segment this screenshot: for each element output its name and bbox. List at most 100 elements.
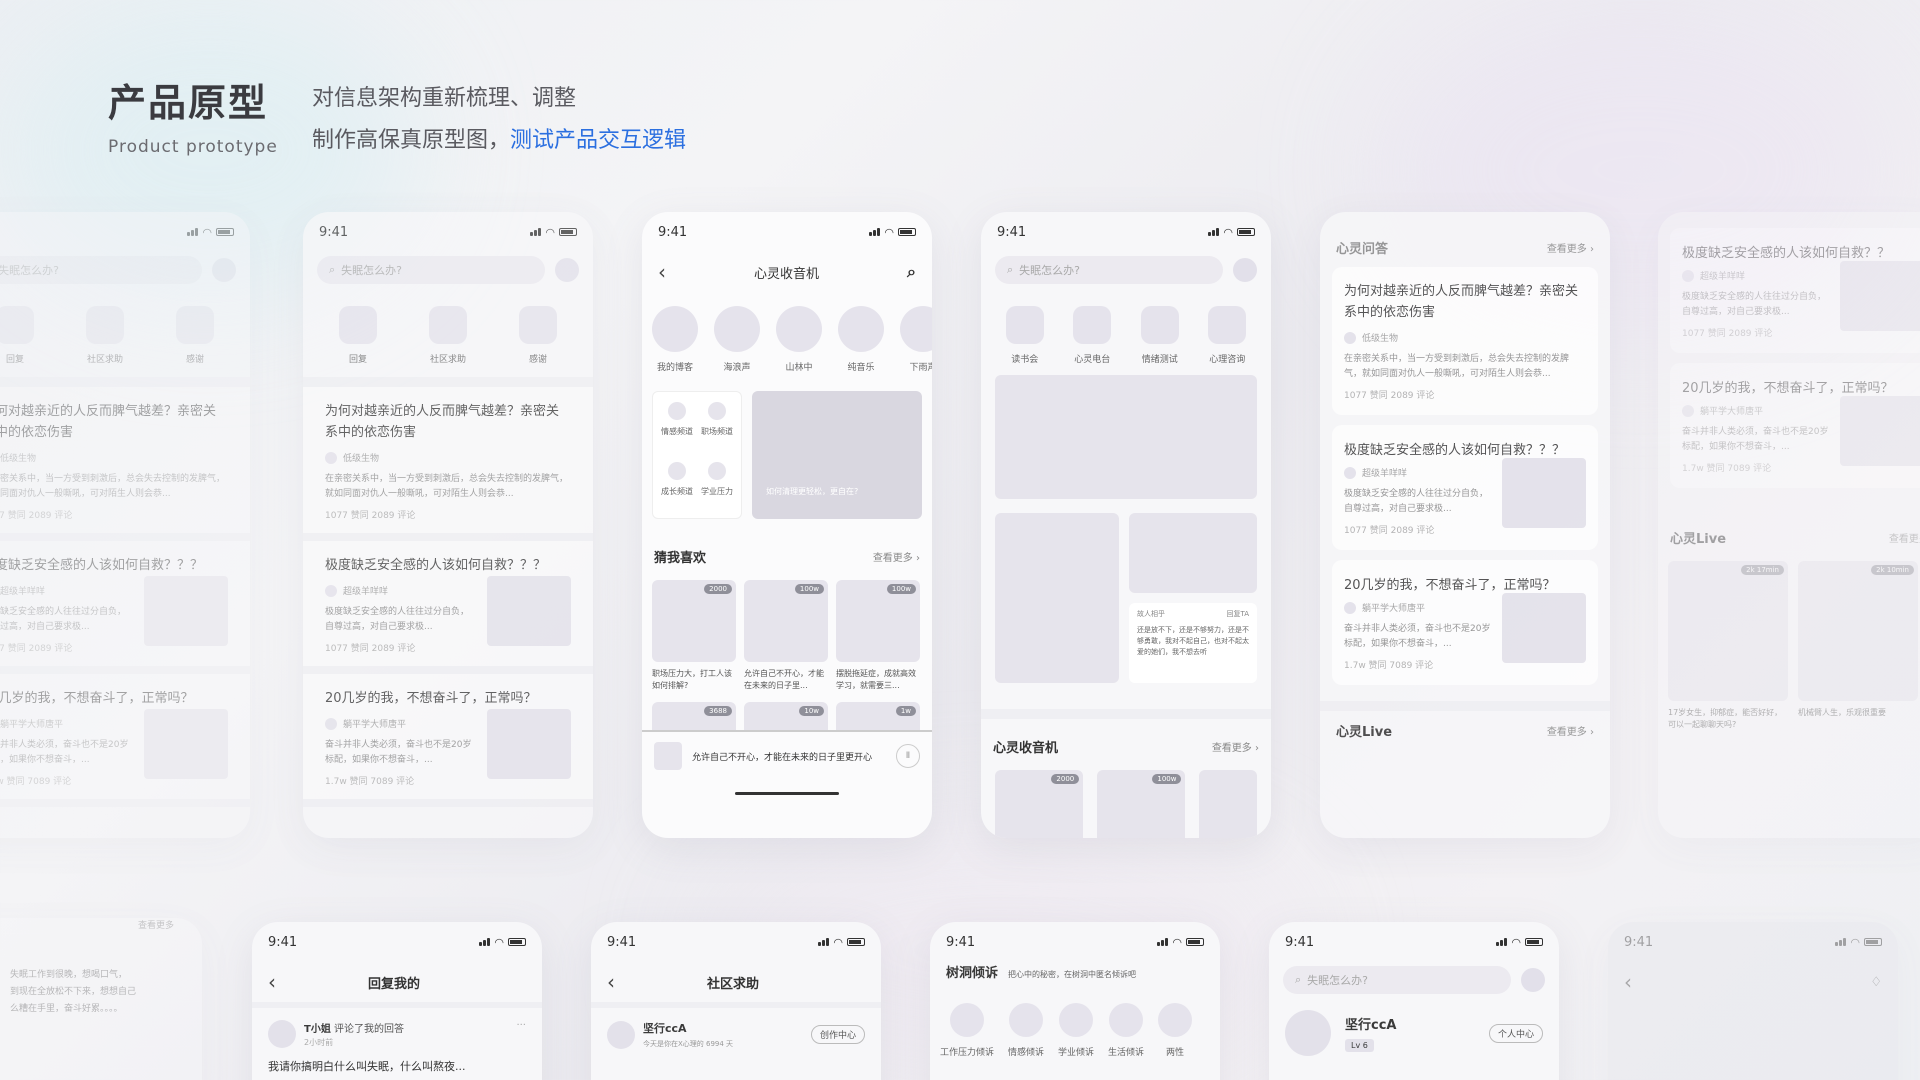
shortcut-community[interactable]: 社区求助 — [429, 306, 467, 365]
avatar[interactable] — [1285, 1010, 1331, 1056]
phone-mockup-qa: 心灵问答 查看更多 › 为何对越亲近的人反而脾气越差？亲密关系中的依恋伤害 低级生物… — [1320, 212, 1610, 838]
list-item[interactable]: 极度缺乏安全感的人该如何自救？？ 超级羊咩咩 极度缺乏安全感的人往往过分自负，自尊过… — [1670, 228, 1920, 353]
audio-card[interactable]: 100w — [1097, 770, 1186, 838]
channel-forest[interactable]: 山林中 — [776, 306, 822, 373]
more-link[interactable]: 查看更多 › — [1547, 240, 1594, 255]
channel-music[interactable]: 纯音乐 — [838, 306, 884, 373]
feature-card[interactable] — [995, 513, 1119, 683]
signal-icon — [869, 228, 881, 236]
pause-icon[interactable]: Ⅱ — [896, 744, 920, 768]
banner[interactable]: 如何清理更轻松，更自在? — [752, 391, 922, 519]
nav-bar: ‹ ♢ — [1608, 962, 1898, 1002]
list-item[interactable]: 极度缺乏安全感的人该如何自救？？？超级羊咩咩极度缺乏安全感的人往往过分自负，自尊… — [0, 541, 250, 674]
profile-center-button[interactable]: 个人中心 — [1488, 1023, 1543, 1043]
carousel-banner[interactable] — [995, 375, 1257, 499]
search-input[interactable]: ⌕失眠怎么办? — [317, 256, 545, 284]
category-relationship[interactable]: 两性 — [1158, 1003, 1193, 1058]
notification-item[interactable]: T小姐 评论了我的回答 ··· 2小时前 — [252, 1008, 542, 1048]
reply-card[interactable]: 故人相乎 回复TA 还是放不下，还是不够努力，还是不够勇敢，我对不起自己，也对不起… — [1129, 603, 1257, 683]
mini-player[interactable]: 允许自己不开心，才能在未来的日子里更开心 Ⅱ — [642, 730, 932, 780]
search-input[interactable]: ⌕失眠怎么办? — [995, 256, 1223, 284]
list-item[interactable]: 为何对越亲近的人反而脾气越差？亲密关系中的依恋伤害低级生物在亲密关系中，当一方受… — [303, 387, 593, 541]
shortcut-community[interactable]: 社区求助 — [86, 306, 124, 365]
more-link[interactable]: 查看更多 › — [873, 549, 920, 564]
shortcut-reply[interactable]: 回复 — [0, 306, 34, 365]
avatar[interactable] — [1233, 258, 1257, 282]
list-item[interactable]: 20几岁的我，不想奋斗了，正常吗？躺平学大师唐平奋斗并非人类必须，奋斗也不是20… — [1332, 560, 1598, 685]
back-icon[interactable]: ‹ — [658, 260, 666, 284]
channel-work[interactable]: 职场频道 — [697, 402, 737, 448]
channel-emotion[interactable]: 情感频道 — [657, 402, 697, 448]
channel-waves[interactable]: 海浪声 — [714, 306, 760, 373]
channel-my-blog[interactable]: 我的博客 — [652, 306, 698, 373]
shortcut-thanks[interactable]: 感谢 — [519, 306, 557, 365]
avatar[interactable] — [212, 258, 236, 282]
list-item[interactable]: 极度缺乏安全感的人该如何自救？？？超级羊咩咩极度缺乏安全感的人往往过分自负，自尊… — [1332, 425, 1598, 550]
audio-card[interactable] — [1199, 770, 1258, 838]
bell-icon[interactable]: ♢ — [1870, 975, 1882, 990]
shortcut-book-club[interactable]: 读书会 — [1005, 306, 1044, 365]
category-life[interactable]: 生活倾诉 — [1108, 1003, 1144, 1058]
audio-card[interactable]: 1w — [836, 702, 920, 730]
list-item[interactable]: 为何对越亲近的人反而脾气越差？亲密关系中的依恋伤害低级生物在亲密关系中，当一方受… — [1332, 267, 1598, 415]
more-link[interactable]: 查看更多 › — [1212, 739, 1259, 754]
nav-bar: ‹ 回复我的 — [252, 962, 542, 1002]
creator-center-button[interactable]: 创作中心 — [810, 1025, 865, 1044]
list-item[interactable]: 20几岁的我，不想奋斗了，正常吗？躺平学大师唐平奋斗并非人类必须，奋斗也不是20… — [0, 674, 250, 807]
live-card[interactable]: 2k 17min 17岁女生，抑郁症，能否好好，可以一起聊聊天吗? — [1668, 561, 1788, 731]
signal-icon — [530, 228, 542, 236]
feature-card[interactable] — [1129, 513, 1257, 593]
channel-study[interactable]: 学业压力 — [697, 462, 737, 508]
signal-icon — [187, 228, 199, 236]
wifi-icon: ◠ — [545, 225, 555, 239]
shortcut-reply[interactable]: 回复 — [339, 306, 377, 365]
battery-icon — [508, 938, 526, 946]
wifi-icon: ◠ — [884, 225, 894, 239]
list-item[interactable]: 20几岁的我，不想奋斗了，正常吗？躺平学大师唐平奋斗并非人类必须，奋斗也不是20… — [1670, 363, 1920, 488]
shortcut-mood-test[interactable]: 情绪测试 — [1140, 306, 1179, 365]
back-icon[interactable]: ‹ — [268, 970, 276, 994]
channel-growth[interactable]: 成长频道 — [657, 462, 697, 508]
avatar[interactable] — [1521, 968, 1545, 992]
battery-icon — [1864, 938, 1882, 946]
nav-bar: ‹ 心灵收音机 ⌕ — [642, 252, 932, 292]
shortcut-radio[interactable]: 心灵电台 — [1073, 306, 1112, 365]
category-study[interactable]: 学业倾诉 — [1058, 1003, 1094, 1058]
battery-icon — [216, 228, 234, 236]
avatar[interactable] — [607, 1020, 635, 1049]
back-icon[interactable]: ‹ — [1624, 970, 1632, 994]
live-card[interactable]: 2k 10min 机械臂人生，乐观很重要 — [1798, 561, 1918, 731]
phone-mockup-live: 极度缺乏安全感的人该如何自救？？ 超级羊咩咩 极度缺乏安全感的人往往过分自负，自尊过… — [1658, 212, 1920, 838]
search-input[interactable]: ⌕失眠怎么办? — [0, 256, 202, 284]
reply-button[interactable]: 回复TA — [1226, 609, 1249, 619]
back-icon[interactable]: ‹ — [607, 970, 615, 994]
audio-card[interactable]: 10w — [744, 702, 828, 730]
avatar[interactable] — [555, 258, 579, 282]
audio-card[interactable]: 2000 — [995, 770, 1084, 838]
section-title: 心灵收音机 — [993, 741, 1059, 756]
search-input[interactable]: ⌕失眠怎么办? — [1283, 966, 1511, 994]
battery-icon — [1525, 938, 1543, 946]
channel-rain[interactable]: 下雨声 — [900, 306, 932, 373]
more-link[interactable]: 查看更多 › — [1889, 530, 1920, 545]
audio-card[interactable]: 3688 — [652, 702, 736, 730]
status-bar: 9:41 ◠ — [981, 212, 1271, 252]
category-work[interactable]: 工作压力倾诉 — [940, 1003, 994, 1058]
list-item[interactable]: 极度缺乏安全感的人该如何自救？？？超级羊咩咩极度缺乏安全感的人往往过分自负，自尊… — [303, 541, 593, 674]
audio-card[interactable]: 100w 摆脱拖延症，成就高效学习，就需要三... — [836, 580, 920, 692]
shortcut-consult[interactable]: 心理咨询 — [1208, 306, 1247, 365]
page-title: 产品原型 — [108, 81, 269, 125]
audio-card[interactable]: 100w 允许自己不开心，才能在未来的日子里... — [744, 580, 828, 692]
more-link[interactable]: 查看更多 › — [1547, 723, 1594, 738]
audio-card[interactable]: 2000 职场压力大，打工人该如何排解? — [652, 580, 736, 692]
signal-icon — [1208, 228, 1220, 236]
desc-line-2: 制作高保真原型图，测试产品交互逻辑 — [312, 120, 686, 162]
search-icon[interactable]: ⌕ — [907, 262, 916, 282]
category-emotion[interactable]: 情感倾诉 — [1008, 1003, 1044, 1058]
list-item[interactable]: 为何对越亲近的人反而脾气越差？亲密关系中的依恋伤害低级生物在亲密关系中，当一方受… — [0, 387, 250, 541]
shortcut-thanks[interactable]: 感谢 — [176, 306, 214, 365]
home-indicator — [735, 792, 839, 795]
list-item[interactable]: 20几岁的我，不想奋斗了，正常吗？躺平学大师唐平奋斗并非人类必须，奋斗也不是20… — [303, 674, 593, 807]
search-icon: ⌕ — [329, 263, 336, 276]
phone-mockup-treehole: 9:41 ◠ 树洞倾诉 把心中的秘密，在树洞中匿名倾诉吧 工作压力倾诉 情感倾诉 学… — [930, 922, 1220, 1080]
